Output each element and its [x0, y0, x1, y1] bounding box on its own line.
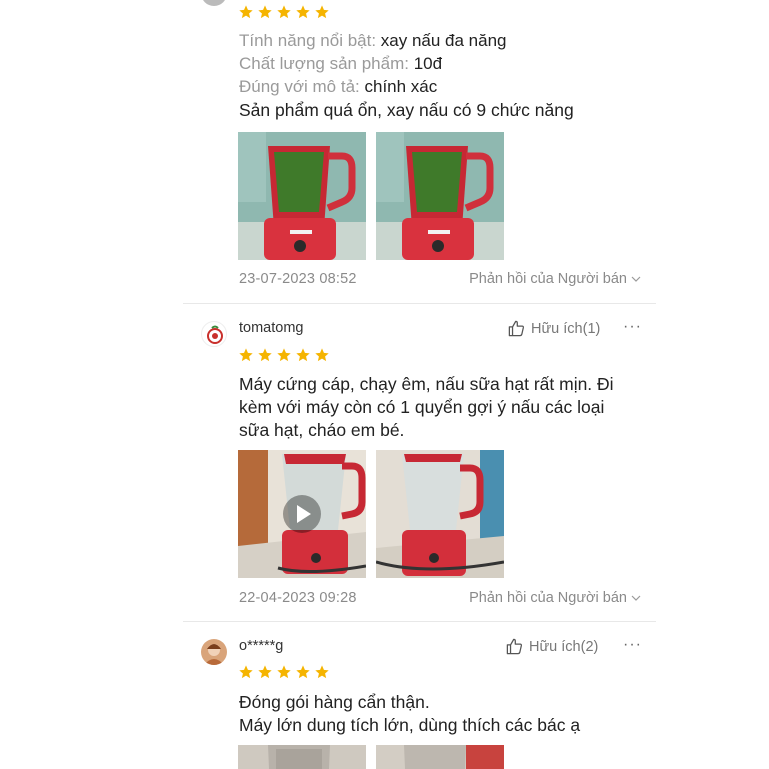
star-icon	[314, 4, 330, 20]
attribute-key: Chất lượng sản phẩm:	[239, 54, 414, 73]
user-photo-icon	[201, 639, 227, 665]
star-icon	[295, 347, 311, 363]
review-text: Sản phẩm quá ổn, xay nấu có 9 chức năng	[239, 100, 574, 120]
play-icon	[283, 495, 321, 533]
thumbs-up-icon	[508, 320, 524, 337]
divider	[183, 621, 656, 622]
chevron-down-icon	[631, 276, 641, 282]
review-photo-1[interactable]	[238, 132, 366, 260]
helpful-count: Hữu ích(1)	[531, 320, 601, 337]
review-photo-2[interactable]	[376, 745, 504, 769]
review-text-line: kèm với máy còn có 1 quyển gợi ý nấu các…	[239, 397, 605, 417]
chevron-down-icon	[631, 595, 641, 601]
avatar	[201, 639, 227, 665]
seller-reply-label: Phản hồi của Người bán	[469, 271, 627, 287]
seller-reply-toggle[interactable]: Phản hồi của Người bán	[469, 590, 641, 606]
star-icon	[238, 664, 254, 680]
star-icon	[257, 347, 273, 363]
attribute-key: Tính năng nổi bật:	[239, 31, 381, 50]
star-icon	[276, 4, 292, 20]
thumbs-up-icon	[506, 638, 522, 655]
rating-stars	[238, 347, 330, 363]
blender-red-image	[376, 450, 504, 578]
blender-image	[238, 745, 366, 769]
star-icon	[295, 4, 311, 20]
attribute-accuracy: Đúng với mô tả: chính xác	[239, 76, 437, 98]
rating-stars	[238, 4, 330, 20]
review-date: 22-04-2023 09:28	[239, 590, 357, 606]
more-options-button[interactable]: ···	[623, 636, 642, 654]
attribute-quality: Chất lượng sản phẩm: 10đ	[239, 53, 442, 75]
avatar	[201, 321, 227, 347]
review-photo[interactable]	[376, 450, 504, 578]
avatar	[201, 0, 227, 6]
attribute-value: chính xác	[364, 77, 438, 96]
star-icon	[276, 347, 292, 363]
star-icon	[257, 664, 273, 680]
helpful-count: Hữu ích(2)	[529, 638, 599, 655]
review-text-line: Đóng gói hàng cẩn thận.	[239, 692, 430, 712]
blender-green-image	[376, 132, 504, 260]
star-icon	[295, 664, 311, 680]
helpful-button[interactable]: Hữu ích(2)	[505, 637, 598, 656]
blender-green-image	[238, 132, 366, 260]
star-icon	[238, 347, 254, 363]
star-icon	[238, 4, 254, 20]
blender-image	[376, 745, 504, 769]
star-icon	[314, 347, 330, 363]
review-photo-2[interactable]	[376, 132, 504, 260]
seller-reply-label: Phản hồi của Người bán	[469, 590, 627, 606]
helpful-button[interactable]: Hữu ích(1)	[507, 319, 600, 338]
review-photo-1[interactable]	[238, 745, 366, 769]
star-icon	[276, 664, 292, 680]
rating-stars	[238, 664, 330, 680]
username: tomatomg	[239, 320, 304, 336]
review-text-line: Máy cứng cáp, chạy êm, nấu sữa hạt rất m…	[239, 374, 614, 394]
star-icon	[314, 664, 330, 680]
review-date: 23-07-2023 08:52	[239, 271, 357, 287]
attribute-value: 10đ	[413, 54, 443, 73]
attribute-feature: Tính năng nổi bật: xay nấu đa năng	[239, 30, 507, 52]
tomato-logo-icon	[207, 325, 223, 344]
review-text-line: Máy lớn dung tích lớn, dùng thích các bá…	[239, 715, 581, 735]
more-options-button[interactable]: ···	[623, 318, 642, 336]
review-text-line: sữa hạt, cháo em bé.	[239, 420, 405, 440]
attribute-value: xay nấu đa năng	[380, 31, 507, 50]
seller-reply-toggle[interactable]: Phản hồi của Người bán	[469, 271, 641, 287]
star-icon	[257, 4, 273, 20]
review-video[interactable]	[238, 450, 366, 578]
divider	[183, 303, 656, 304]
username: o*****g	[239, 638, 284, 654]
attribute-key: Đúng với mô tả:	[239, 77, 365, 96]
